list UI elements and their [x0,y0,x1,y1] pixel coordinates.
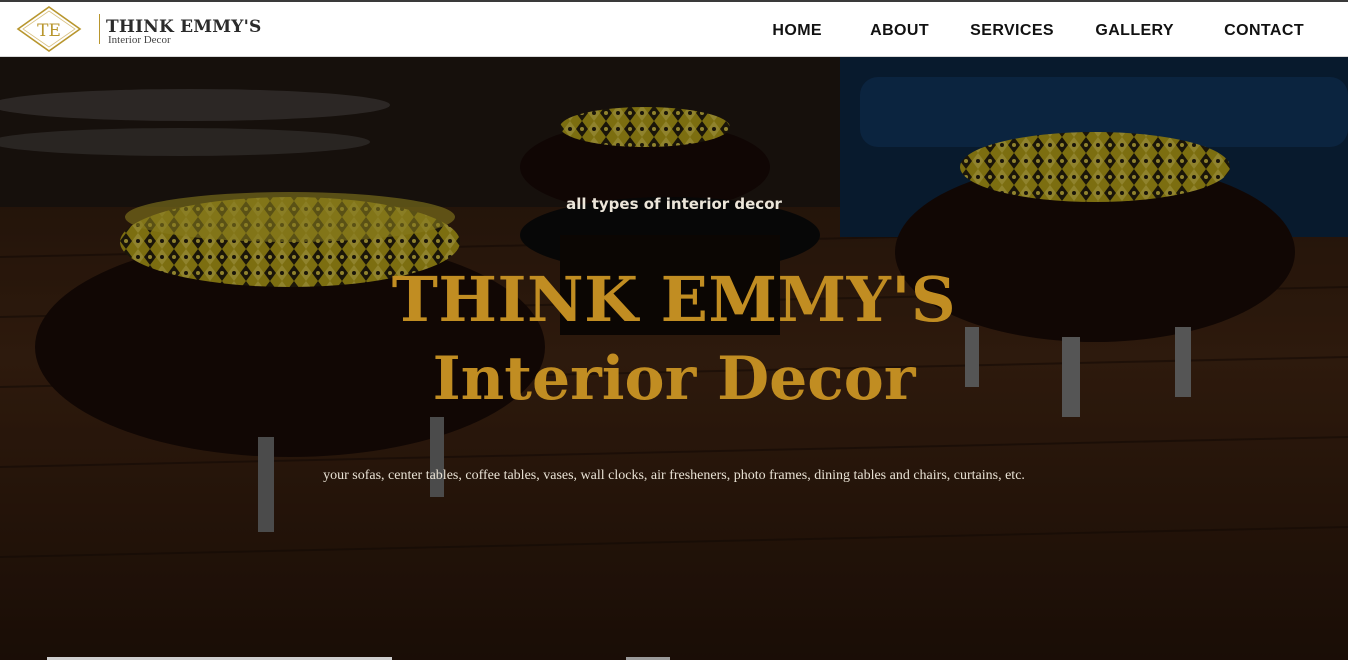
site-header: TE THINK EMMY'S Interior Decor HOME ABOU… [0,2,1348,57]
nav-about[interactable]: ABOUT [870,22,929,40]
hero-subtitle: Interior Decor [432,344,916,414]
hero-description: your sofas, center tables, coffee tables… [323,468,1025,483]
logo-monogram: TE [37,21,61,41]
hero-tagline: all types of interior decor [566,195,782,213]
nav-gallery[interactable]: GALLERY [1095,22,1174,40]
hero-section: all types of interior decor THINK EMMY'S… [0,57,1348,660]
logo[interactable]: TE THINK EMMY'S Interior Decor [16,5,266,53]
nav-services[interactable]: SERVICES [970,22,1054,40]
logo-subtitle: Interior Decor [108,34,171,46]
logo-divider [99,14,100,44]
logo-diamond-icon: TE [16,6,82,52]
hero-title: THINK EMMY'S [391,263,957,336]
nav-contact[interactable]: CONTACT [1224,22,1304,40]
nav-home[interactable]: HOME [772,22,822,40]
